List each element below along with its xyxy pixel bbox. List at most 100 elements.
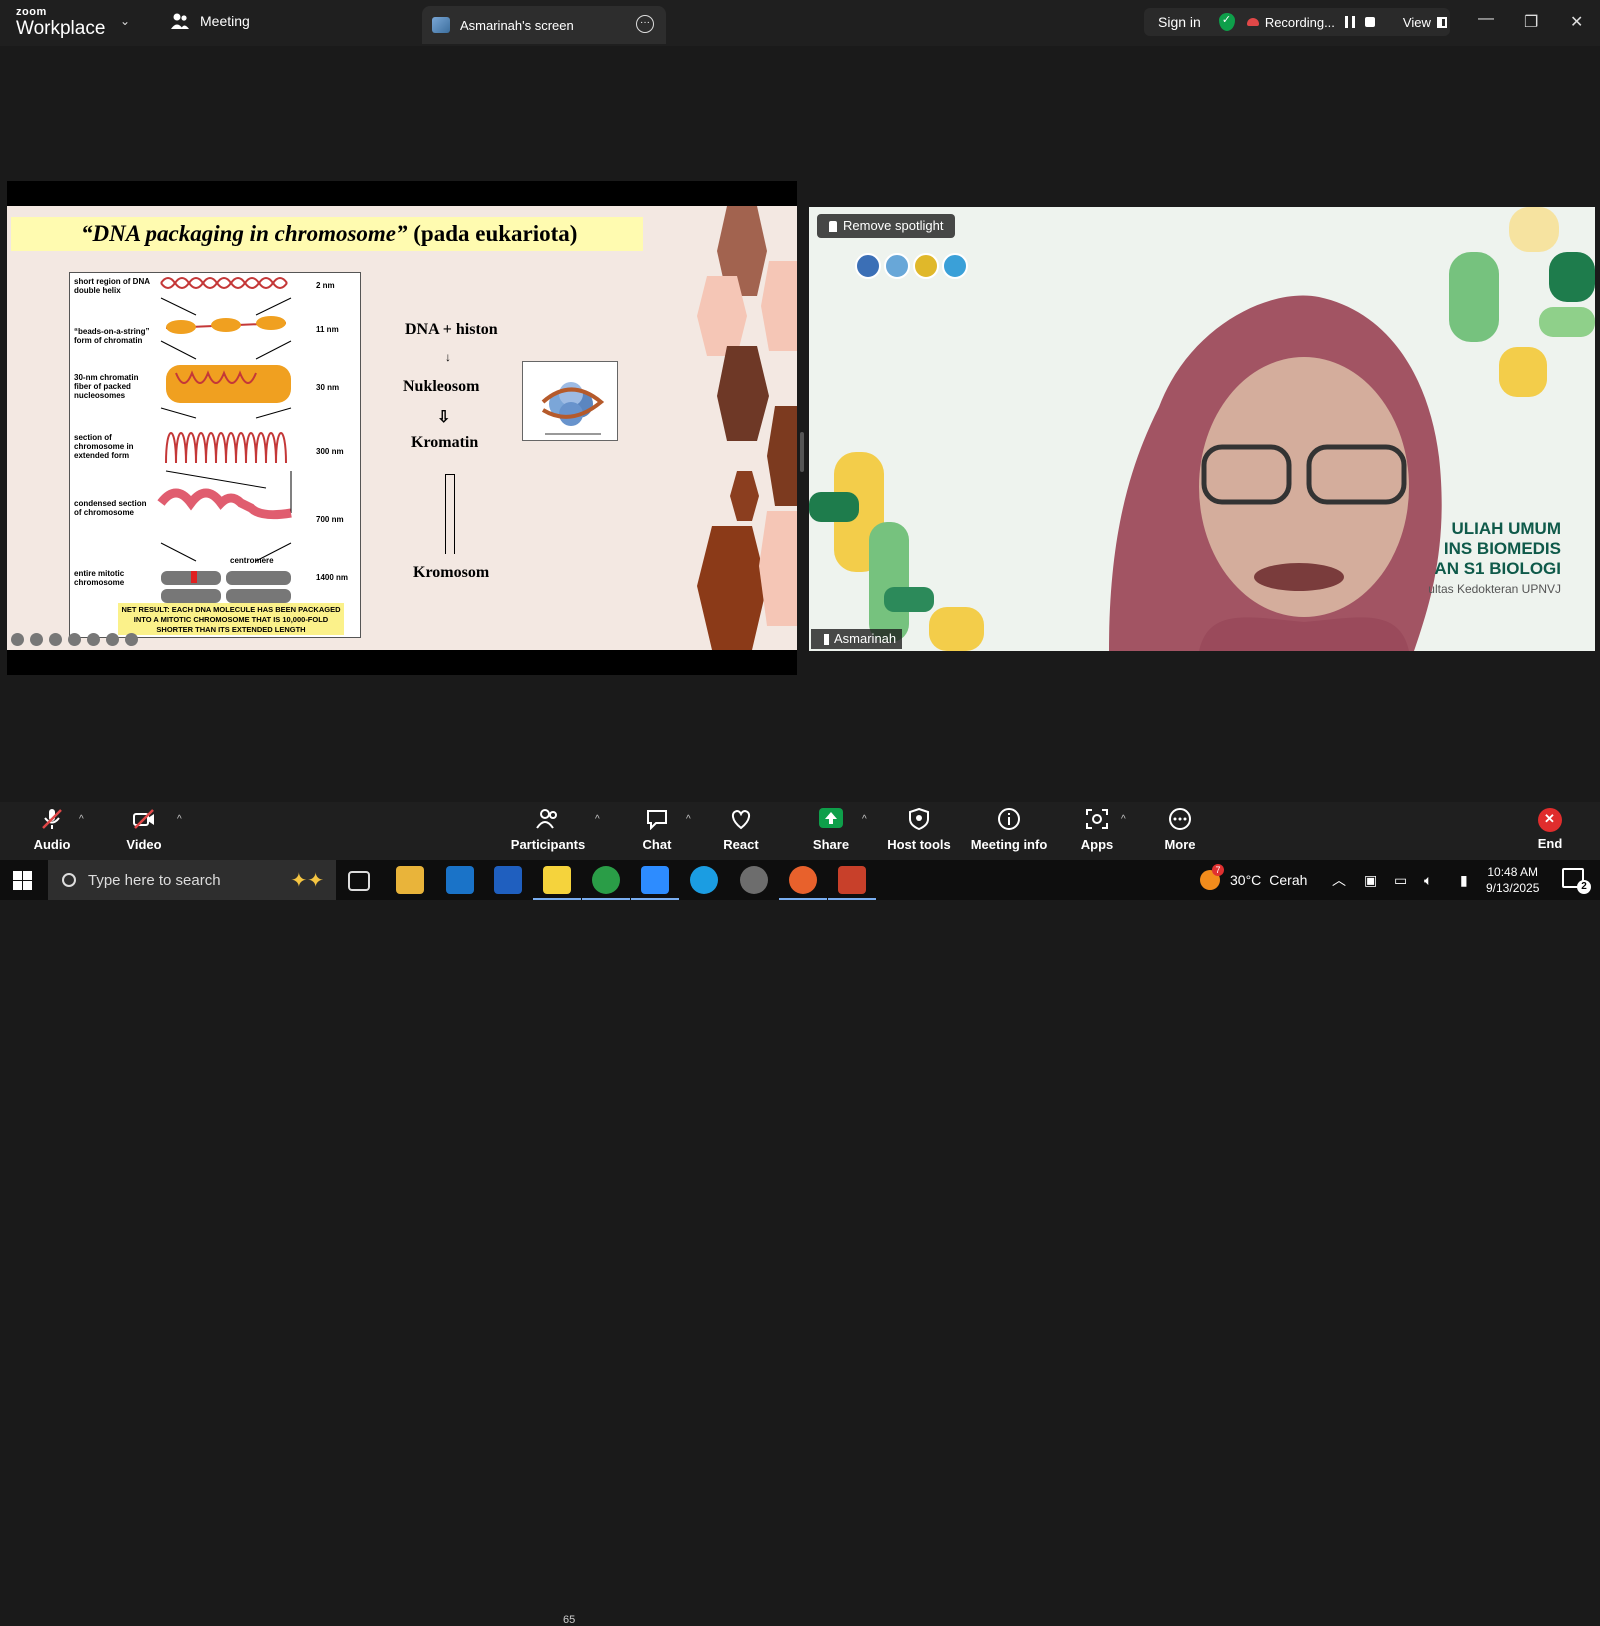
participant-name-tag: Asmarinah	[811, 629, 903, 649]
weather-widget[interactable]: 7 30°C Cerah	[1200, 860, 1307, 900]
outlook-icon[interactable]	[446, 866, 474, 894]
pin-icon	[829, 220, 837, 232]
speaker-video[interactable]: Remove spotlight ULIAH UMUM INS BIOMEDIS…	[809, 207, 1595, 651]
figure-scale: 300 nm	[316, 447, 344, 456]
pause-recording-icon[interactable]	[1344, 16, 1355, 28]
firefox-icon[interactable]	[779, 866, 827, 900]
taskbar-clock[interactable]: 10:48 AM 9/13/2025	[1486, 864, 1539, 896]
tab-shared-screen[interactable]: Asmarinah's screen ···	[422, 6, 666, 44]
powerpoint-icon[interactable]	[828, 866, 876, 900]
view-layout-icon[interactable]	[1436, 16, 1447, 28]
captions-icon[interactable]	[68, 633, 81, 646]
host-tools-label: Host tools	[887, 837, 951, 852]
participant-figure	[1109, 295, 1442, 651]
flow-step-kromosom: Kromosom	[413, 564, 490, 581]
meet-now-icon[interactable]: ▣	[1364, 860, 1377, 900]
view-button[interactable]: View	[1403, 15, 1431, 30]
figure-label: 30-nm chromatin fiber of packed nucleoso…	[74, 373, 139, 400]
slide-controls[interactable]	[11, 633, 138, 646]
share-options-caret-icon[interactable]: ^	[862, 814, 867, 825]
camera-icon[interactable]	[87, 633, 100, 646]
slide-title-rest: (pada eukariota)	[407, 221, 578, 246]
microphone-muted-icon	[42, 809, 62, 829]
banner-subtitle: ultas Kedokteran UPNVJ	[1428, 582, 1561, 596]
sticky-notes-icon[interactable]	[533, 866, 581, 900]
notification-center-icon[interactable]: 2	[1562, 868, 1591, 894]
taskbar-search-box[interactable]: Type here to search ✦✦	[48, 860, 336, 900]
panel-resize-handle[interactable]	[800, 432, 804, 472]
chat-options-caret-icon[interactable]: ^	[686, 814, 691, 825]
chat-icon	[647, 810, 667, 831]
close-icon[interactable]: ✕	[1570, 12, 1583, 32]
shared-slide[interactable]: “DNA packaging in chromosome” (pada euka…	[7, 206, 797, 650]
meeting-info-button[interactable]: Meeting info	[964, 808, 1054, 852]
video-options-caret-icon[interactable]: ^	[177, 814, 182, 825]
participants-options-caret-icon[interactable]: ^	[595, 814, 600, 825]
meeting-info-label: Meeting info	[970, 837, 1048, 852]
video-label: Video	[126, 837, 162, 852]
tab-meeting[interactable]: Meeting	[170, 12, 250, 30]
more-dots-icon	[1169, 808, 1191, 830]
react-button[interactable]: React	[696, 808, 786, 852]
screen-thumbnail-icon	[432, 17, 450, 33]
chrome-icon[interactable]	[582, 866, 630, 900]
end-meeting-button[interactable]: End	[1506, 808, 1594, 851]
banner-line: ULIAH UMUM	[1451, 519, 1561, 538]
settings-gear-icon[interactable]	[740, 866, 768, 894]
figure-label: “beads-on-a-string” form of chromatin	[74, 327, 150, 345]
network-icon[interactable]: ▭	[1394, 860, 1407, 900]
logo-upnvj-icon	[913, 253, 939, 279]
volume-icon[interactable]: 🔈︎	[1424, 860, 1432, 900]
zoom-logo[interactable]: zoom Workplace	[16, 7, 105, 39]
stop-recording-icon[interactable]	[1364, 17, 1375, 27]
zoom-icon[interactable]	[49, 633, 62, 646]
weather-alert-badge: 7	[1212, 864, 1224, 876]
tab-shared-screen-label: Asmarinah's screen	[460, 17, 574, 33]
zoom-app-icon[interactable]	[631, 866, 679, 900]
microphone-tray-icon[interactable]: ▮	[1460, 860, 1468, 900]
host-tools-button[interactable]: Host tools	[874, 807, 964, 852]
task-view-icon[interactable]	[348, 871, 370, 891]
heart-react-icon	[731, 809, 751, 830]
minimize-icon[interactable]: —	[1478, 10, 1494, 28]
flow-step-kromatin: Kromatin	[411, 434, 479, 451]
search-highlight-icon: ✦✦	[290, 870, 324, 892]
more-options-icon[interactable]: ···	[636, 15, 654, 33]
remove-spotlight-button[interactable]: Remove spotlight	[817, 214, 956, 238]
windows-start-icon[interactable]	[13, 871, 32, 890]
apps-button[interactable]: Apps	[1052, 808, 1142, 852]
next-slide-icon[interactable]	[125, 633, 138, 646]
file-explorer-icon[interactable]	[396, 866, 424, 894]
meeting-toolbar: Audio ^ Video ^ Participants 65 ^ Chat ^…	[0, 802, 1600, 1626]
weather-sun-icon: 7	[1200, 864, 1224, 890]
figure-label: short region of DNA double helix	[74, 277, 150, 295]
participant-name: Asmarinah	[834, 631, 897, 646]
apps-options-caret-icon[interactable]: ^	[1121, 814, 1126, 825]
tray-overflow-chevron-icon[interactable]: ︿	[1332, 860, 1346, 900]
chevron-down-icon[interactable]: ⌄	[120, 14, 130, 28]
edge-icon[interactable]	[690, 866, 718, 894]
previous-slide-icon[interactable]	[11, 633, 24, 646]
audio-options-caret-icon[interactable]: ^	[79, 814, 84, 825]
figure-label: condensed section of chromosome	[74, 499, 147, 517]
participants-count: 65	[563, 1614, 576, 1626]
participants-button[interactable]: Participants	[503, 808, 593, 852]
packaging-diagram	[157, 277, 292, 603]
figure-scale: 1400 nm	[316, 573, 349, 582]
header-controls: Sign in Recording... View	[1144, 8, 1450, 36]
audio-label: Audio	[33, 837, 71, 852]
sign-in-button[interactable]: Sign in	[1158, 14, 1201, 30]
pen-icon[interactable]	[30, 633, 43, 646]
more-button[interactable]: More	[1135, 808, 1225, 852]
encryption-shield-icon[interactable]	[1218, 13, 1235, 31]
remove-spotlight-label: Remove spotlight	[843, 218, 944, 233]
video-button[interactable]: Video	[99, 808, 189, 852]
microsoft-store-icon[interactable]	[494, 866, 522, 894]
more-icon[interactable]	[106, 633, 119, 646]
clock-time: 10:48 AM	[1487, 865, 1539, 879]
search-icon	[62, 873, 76, 887]
arrow-down-icon: ⇩	[437, 409, 451, 426]
restore-icon[interactable]: ❐	[1524, 12, 1538, 32]
slide-title: “DNA packaging in chromosome” (pada euka…	[11, 217, 643, 251]
banner-line: INS BIOMEDIS	[1443, 539, 1561, 558]
